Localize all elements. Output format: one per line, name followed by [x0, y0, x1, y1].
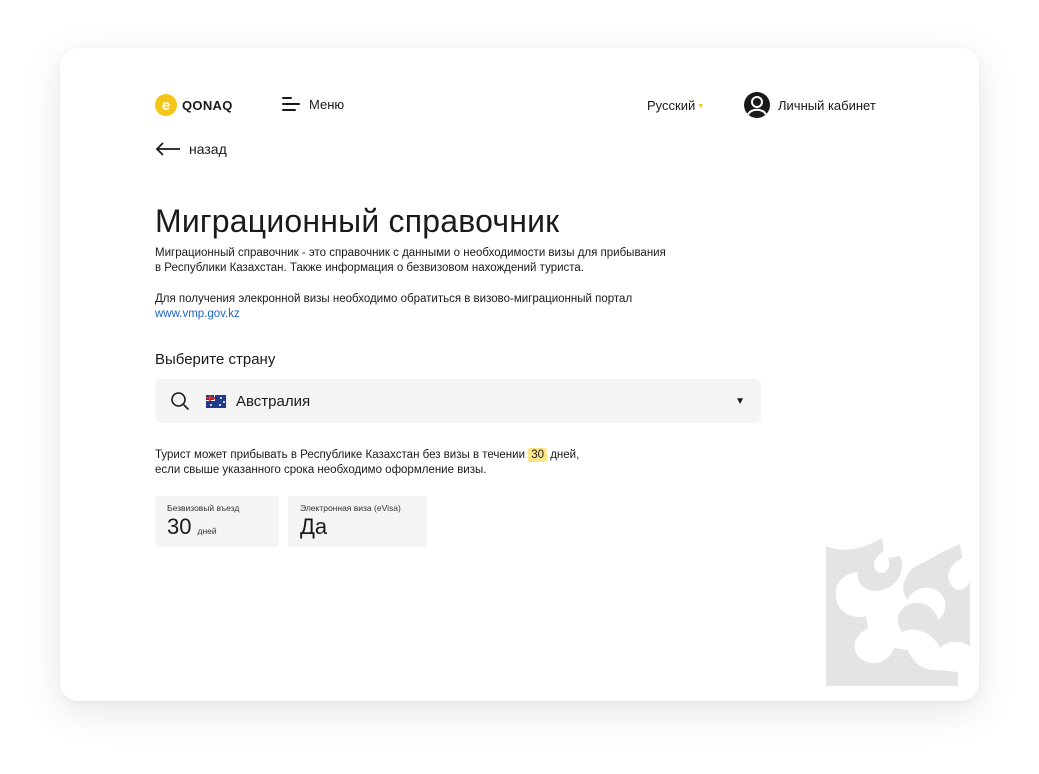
personal-cabinet-link[interactable]: Личный кабинет — [744, 92, 876, 118]
visa-free-entry-card: Безвизовый въезд 30 дней — [155, 496, 279, 547]
visa-free-days-highlight: 30 — [528, 448, 547, 462]
main-card: e QONAQ Меню Русский ▼ Личный кабинет на… — [60, 48, 979, 701]
user-avatar-icon — [744, 92, 770, 118]
vmp-portal-link[interactable]: www.vmp.gov.kz — [155, 308, 240, 320]
chevron-down-icon: ▼ — [735, 395, 745, 407]
cabinet-label: Личный кабинет — [778, 97, 876, 113]
logo-text: QONAQ — [182, 97, 233, 113]
visa-free-days-value: 30 — [167, 514, 192, 539]
search-icon — [171, 392, 190, 411]
arrow-left-icon — [155, 142, 180, 156]
back-button[interactable]: назад — [155, 141, 227, 157]
country-select-label: Выберите страну — [155, 351, 276, 368]
description-line-2: в Республики Казахстан. Также информация… — [155, 262, 584, 274]
country-select[interactable]: Австралия ▼ — [155, 379, 761, 423]
visa-info-text: Турист может прибывать в Республике Каза… — [155, 448, 579, 478]
evisa-text: Для получения элекронной визы необходимо… — [155, 293, 633, 305]
description-line-1: Миграционный справочник - это справочник… — [155, 247, 666, 259]
language-selector[interactable]: Русский ▼ — [647, 98, 704, 113]
description: Миграционный справочник - это справочник… — [155, 246, 775, 276]
hamburger-icon — [282, 96, 300, 112]
evisa-value: Да — [300, 514, 328, 539]
evisa-value-row: Да — [300, 514, 415, 540]
back-label: назад — [189, 141, 227, 157]
visa-info-suffix: дней, — [550, 449, 580, 461]
language-label: Русский — [647, 98, 696, 113]
qonaq-logo[interactable]: e QONAQ — [155, 93, 233, 117]
kazakh-ornament-icon — [826, 538, 970, 686]
menu-button[interactable]: Меню — [282, 96, 344, 112]
logo-mark-icon: e — [155, 94, 177, 116]
visa-info-line-2: если свыше указанного срока необходимо о… — [155, 464, 487, 476]
menu-label: Меню — [309, 96, 345, 112]
visa-free-label: Безвизовый въезд — [167, 503, 240, 513]
page-title: Миграционный справочник — [155, 203, 560, 239]
visa-info-line-1: Турист может прибывать в Республике Каза… — [155, 448, 579, 463]
selected-country: Австралия — [236, 392, 311, 410]
chevron-down-icon: ▼ — [697, 103, 705, 110]
evisa-card: Электронная виза (eVisa) Да — [288, 496, 427, 547]
visa-info-prefix: Турист может прибывать в Республике Каза… — [155, 449, 525, 461]
visa-free-value-row: 30 дней — [167, 514, 267, 544]
australia-flag-icon — [206, 394, 226, 408]
visa-free-days-unit: дней — [197, 526, 217, 536]
evisa-label: Электронная виза (eVisa) — [300, 503, 401, 513]
evisa-info: Для получения элекронной визы необходимо… — [155, 292, 775, 322]
